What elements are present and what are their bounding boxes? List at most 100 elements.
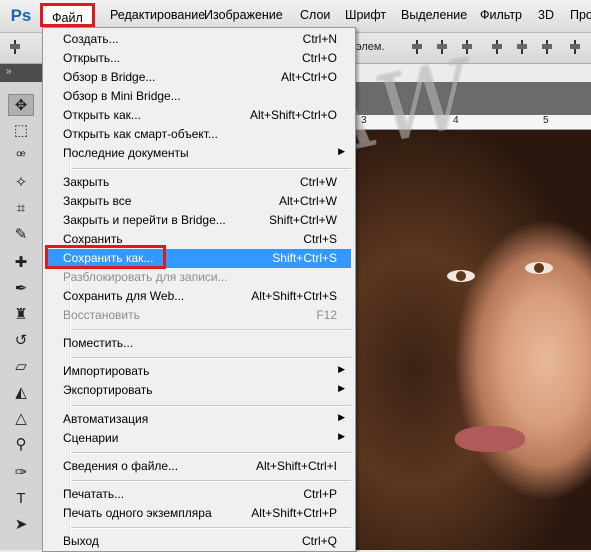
menu-item-shortcut: Alt+Ctrl+W [278, 194, 337, 208]
crop-tool-icon[interactable]: ⌗ [8, 198, 34, 220]
menu-item-recent-documents[interactable]: Последние документы ▶ [45, 144, 351, 163]
file-menu-dropdown: Создать... Ctrl+N Открыть... Ctrl+O Обзор в … [42, 27, 356, 552]
menu-view[interactable]: Про [570, 8, 591, 22]
brush-tool-icon[interactable]: ✒ [8, 278, 34, 300]
marquee-tool-icon[interactable]: ⬚ [8, 120, 34, 142]
menu-item-label: Создать... [63, 32, 119, 46]
menu-item-open-as[interactable]: Открыть как... Alt+Shift+Ctrl+O [45, 106, 351, 125]
collapse-icon[interactable]: » [6, 66, 12, 77]
menu-item-open-as-smart-object[interactable]: Открыть как смарт-объект... [45, 125, 351, 144]
menu-layers[interactable]: Слои [300, 8, 330, 22]
pen-tool-icon[interactable]: ✑ [8, 462, 34, 484]
history-brush-tool-icon[interactable]: ↺ [8, 330, 34, 352]
menu-item-print[interactable]: Печатать... Ctrl+P [45, 485, 351, 504]
menu-item-label: Печатать... [63, 487, 125, 501]
menu-item-shortcut: Ctrl+P [303, 487, 337, 501]
eraser-tool-icon[interactable]: ▱ [8, 356, 34, 378]
align-left-icon[interactable] [490, 40, 504, 54]
menu-item-place[interactable]: Поместить... [45, 334, 351, 353]
menu-item-export[interactable]: Экспортировать ▶ [45, 381, 351, 400]
menu-edit[interactable]: Редактирование [110, 8, 205, 22]
menu-item-shortcut: Ctrl+W [300, 175, 337, 189]
menu-item-label: Выход [63, 534, 99, 548]
eye-left [447, 270, 475, 282]
horizontal-ruler: 3 4 5 [355, 115, 591, 130]
ruler-tick: 4 [453, 115, 459, 126]
menu-item-label: Последние документы [63, 146, 189, 160]
menu-separator [71, 329, 351, 331]
quick-select-tool-icon[interactable]: ✧ [8, 172, 34, 194]
menu-type[interactable]: Шрифт [345, 8, 386, 22]
menu-item-close[interactable]: Закрыть Ctrl+W [45, 173, 351, 192]
eyedropper-tool-icon[interactable]: ✎ [8, 224, 34, 246]
menu-item-label: Экспортировать [63, 383, 153, 397]
menu-item-print-one-copy[interactable]: Печать одного экземпляра Alt+Shift+Ctrl+P [45, 504, 351, 523]
menu-item-label: Сохранить для Web... [63, 289, 185, 303]
submenu-arrow-icon: ▶ [338, 412, 345, 422]
menu-separator [71, 168, 351, 170]
menu-item-label: Печать одного экземпляра [63, 506, 212, 520]
menu-item-shortcut: Alt+Shift+Ctrl+O [249, 108, 337, 122]
menu-item-save-for-web[interactable]: Сохранить для Web... Alt+Shift+Ctrl+S [45, 287, 351, 306]
menu-item-new[interactable]: Создать... Ctrl+N [45, 30, 351, 49]
dodge-tool-icon[interactable]: ⚲ [8, 434, 34, 456]
menu-item-shortcut: Alt+Shift+Ctrl+I [255, 459, 337, 473]
menu-filter[interactable]: Фильтр [480, 8, 522, 22]
menu-separator [71, 452, 351, 454]
menu-image[interactable]: Изображение [204, 8, 283, 22]
menu-item-label: Сценарии [63, 431, 119, 445]
align-top-icon[interactable] [410, 40, 424, 54]
menu-item-exit[interactable]: Выход Ctrl+Q [45, 532, 351, 551]
highlight-annotation-box [45, 245, 166, 269]
menu-item-label: Закрыть все [63, 194, 132, 208]
healing-brush-tool-icon[interactable]: ✚ [8, 252, 34, 274]
menu-select[interactable]: Выделение [401, 8, 467, 22]
menu-item-revert: Восстановить F12 [45, 306, 351, 325]
menu-item-shortcut: Shift+Ctrl+W [268, 213, 337, 227]
type-tool-icon[interactable]: T [8, 488, 34, 510]
ruler-tick: 5 [543, 115, 549, 126]
menu-item-close-go-bridge[interactable]: Закрыть и перейти в Bridge... Shift+Ctrl+… [45, 211, 351, 230]
menu-file[interactable]: Файл [40, 3, 95, 27]
toolbox: ✥ ⬚ ꟹ ✧ ⌗ ✎ ✚ ✒ ♜ ↺ ▱ ◭ △ ⚲ ✑ T ➤ [0, 82, 45, 550]
menu-item-label: Закрыть и перейти в Bridge... [63, 213, 226, 227]
menu-item-shortcut: Ctrl+N [302, 32, 337, 46]
submenu-arrow-icon: ▶ [338, 364, 345, 374]
menu-item-automate[interactable]: Автоматизация ▶ [45, 410, 351, 429]
menu-item-label: Открыть... [63, 51, 121, 65]
align-right-icon[interactable] [540, 40, 554, 54]
menu-item-shortcut: Ctrl+O [301, 51, 337, 65]
options-label: элем. [356, 41, 385, 53]
menu-item-scripts[interactable]: Сценарии ▶ [45, 429, 351, 448]
menu-item-label: Восстановить [63, 308, 140, 322]
menu-item-label: Поместить... [63, 336, 134, 350]
menu-item-shortcut: Alt+Ctrl+O [280, 70, 337, 84]
menu-item-browse-bridge[interactable]: Обзор в Bridge... Alt+Ctrl+O [45, 68, 351, 87]
menu-item-shortcut: F12 [316, 308, 337, 322]
menu-item-shortcut: Shift+Ctrl+S [272, 251, 337, 265]
menu-item-browse-mini-bridge[interactable]: Обзор в Mini Bridge... [45, 87, 351, 106]
align-vcenter-icon[interactable] [435, 40, 449, 54]
move-tool-icon[interactable]: ✥ [8, 94, 34, 116]
path-select-tool-icon[interactable]: ➤ [8, 514, 34, 536]
menu-separator [71, 405, 351, 407]
menu-item-import[interactable]: Импортировать ▶ [45, 362, 351, 381]
lasso-tool-icon[interactable]: ꟹ [8, 146, 34, 168]
ruler-tick: 3 [361, 115, 367, 126]
stamp-tool-icon[interactable]: ♜ [8, 304, 34, 326]
align-hcenter-icon[interactable] [515, 40, 529, 54]
align-bottom-icon[interactable] [460, 40, 474, 54]
paint-bucket-tool-icon[interactable]: ◭ [8, 382, 34, 404]
toolbox-header: » [0, 64, 44, 83]
menu-item-shortcut: Ctrl+S [303, 232, 337, 246]
menu-item-close-all[interactable]: Закрыть все Alt+Ctrl+W [45, 192, 351, 211]
blur-tool-icon[interactable]: △ [8, 408, 34, 430]
menu-3d[interactable]: 3D [538, 8, 554, 22]
menu-item-open[interactable]: Открыть... Ctrl+O [45, 49, 351, 68]
menu-item-file-info[interactable]: Сведения о файле... Alt+Shift+Ctrl+I [45, 457, 351, 476]
menu-item-label: Сохранить [63, 232, 123, 246]
move-options-icon[interactable] [8, 40, 22, 54]
menu-separator [71, 357, 351, 359]
distribute-icon[interactable] [568, 40, 582, 54]
portrait-photo [355, 130, 591, 550]
